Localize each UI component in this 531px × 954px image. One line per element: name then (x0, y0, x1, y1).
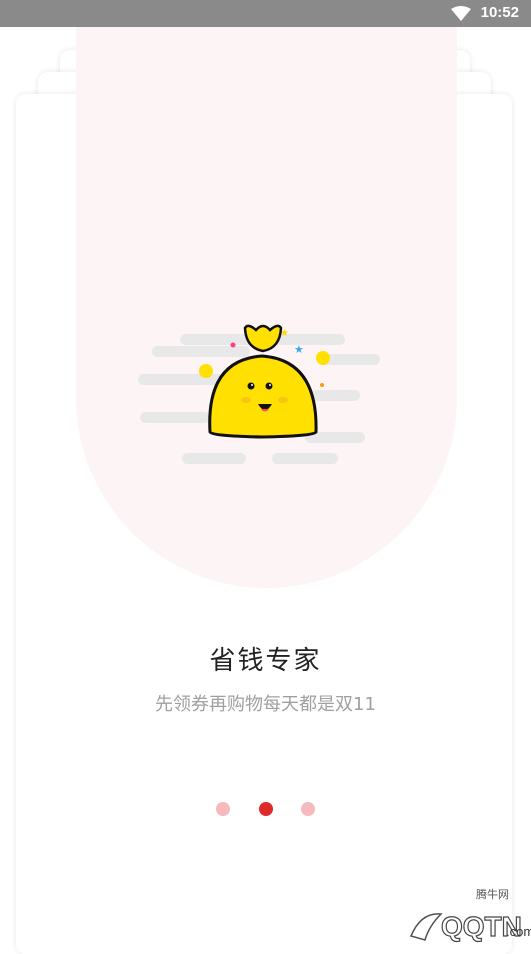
page-indicator-dot-1[interactable] (216, 802, 230, 816)
status-time: 10:52 (480, 4, 519, 21)
onboarding-title: 省钱专家 (209, 646, 322, 676)
svg-text:★: ★ (294, 343, 304, 356)
mascot-illustration: ★ ★ (138, 324, 380, 464)
status-bar: 10:52 (0, 0, 531, 27)
page-indicator-dot-3[interactable] (301, 802, 315, 816)
page-indicator-dot-2[interactable] (259, 802, 273, 816)
arch-background (76, 27, 457, 588)
onboarding-subtitle: 先领券再购物每天都是双11 (155, 694, 376, 715)
wifi-icon (451, 6, 471, 21)
page-indicator (0, 802, 531, 818)
svg-text:.com: .com (506, 924, 531, 939)
watermark-text: 腾牛网 (476, 888, 509, 901)
watermark: QQTN .com 腾牛网 (301, 884, 531, 944)
